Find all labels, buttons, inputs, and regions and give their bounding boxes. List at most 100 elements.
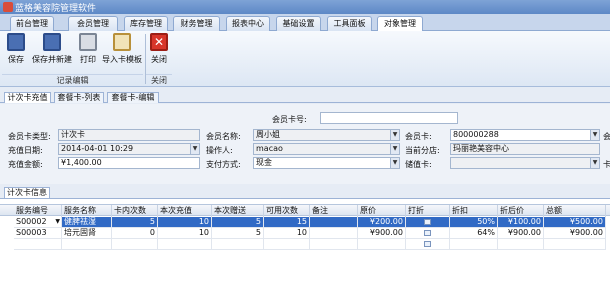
chevron-down-icon[interactable]: ▼ [190, 144, 199, 154]
table-row[interactable]: S00002 ▼ 健脾祛湿 5 10 5 15 ¥200.00 50% ¥100.… [0, 217, 610, 228]
cell-recharge[interactable]: 10 [158, 217, 212, 228]
cell-available[interactable]: 15 [264, 217, 310, 228]
branch-value: 玛丽艳美容中心 [453, 144, 509, 153]
branch-label: 当前分店: [405, 146, 440, 155]
member-name-select[interactable]: 周小姐 ▼ [253, 129, 400, 141]
cell-new[interactable] [158, 239, 212, 250]
close-button[interactable]: ✕ 关闭 [148, 33, 170, 71]
cell-service-name[interactable]: 健脾祛湿 [62, 217, 112, 228]
chevron-down-icon[interactable]: ▼ [390, 130, 399, 140]
cell-gift[interactable]: 5 [212, 217, 264, 228]
chevron-down-icon[interactable]: ▼ [55, 217, 60, 227]
cell-service-no[interactable]: S00003 [14, 228, 62, 239]
tab-finance[interactable]: 财务管理 [173, 16, 220, 31]
cell-service-no[interactable]: S00002 ▼ [14, 217, 62, 228]
cell-discount[interactable]: 64% [450, 228, 498, 239]
cell-remark[interactable] [310, 217, 358, 228]
col-gift[interactable]: 本次赠送 [212, 205, 264, 217]
ribbon: 保存 保存并新建 打印 导入卡模板 ✕ 关闭 记录编辑 关闭 [0, 31, 610, 87]
cell-new[interactable] [212, 239, 264, 250]
save-button[interactable]: 保存 [4, 33, 28, 71]
tab-tools[interactable]: 工具面板 [327, 16, 372, 31]
stored-card-select[interactable]: ▼ [450, 157, 600, 169]
tab-object[interactable]: 对象管理 [377, 16, 423, 32]
col-total[interactable]: 总额 [544, 205, 606, 217]
print-button[interactable]: 打印 [77, 33, 99, 71]
col-discount[interactable]: 折扣 [450, 205, 498, 217]
cell-original-price[interactable]: ¥200.00 [358, 217, 406, 228]
document-tab-bar: 计次卡充值 套餐卡-列表 套餐卡-编辑 [0, 90, 610, 103]
cell-discount[interactable]: 50% [450, 217, 498, 228]
branch-field: 玛丽艳美容中心 [450, 143, 600, 155]
card-type-value: 计次卡 [61, 130, 85, 139]
col-discounted-price[interactable]: 折后价 [498, 205, 544, 217]
import-template-button[interactable]: 导入卡模板 [102, 33, 142, 71]
tab-front-desk[interactable]: 前台管理 [10, 16, 54, 31]
pay-method-value: 现金 [256, 158, 272, 167]
cell-new[interactable] [264, 239, 310, 250]
chevron-down-icon[interactable]: ▼ [390, 158, 399, 168]
print-label: 打印 [80, 55, 96, 64]
cell-original-price[interactable]: ¥900.00 [358, 228, 406, 239]
checkbox-icon[interactable] [424, 219, 431, 225]
card-type-field[interactable]: 计次卡 [58, 129, 200, 141]
col-service-name[interactable]: 服务名称 [62, 205, 112, 217]
pay-method-select[interactable]: 现金 ▼ [253, 157, 400, 169]
tab-settings[interactable]: 基础设置 [276, 16, 321, 31]
operator-select[interactable]: macao ▼ [253, 143, 400, 155]
chevron-down-icon[interactable]: ▼ [390, 144, 399, 154]
tab-reports[interactable]: 报表中心 [226, 16, 270, 31]
cell-new[interactable] [544, 239, 606, 250]
cell-discounted-price[interactable]: ¥900.00 [498, 228, 544, 239]
cell-total[interactable]: ¥500.00 [544, 217, 606, 228]
cell-new[interactable] [358, 239, 406, 250]
doctab-package-list[interactable]: 套餐卡-列表 [54, 92, 104, 103]
col-original-price[interactable]: 原价 [358, 205, 406, 217]
chevron-down-icon[interactable]: ▼ [590, 158, 599, 168]
save-new-icon [43, 33, 61, 51]
col-card-count[interactable]: 卡内次数 [112, 205, 158, 217]
cell-gift[interactable]: 5 [212, 228, 264, 239]
member-no-input[interactable] [320, 112, 458, 124]
cell-new[interactable] [112, 239, 158, 250]
cell-card-count[interactable]: 5 [112, 217, 158, 228]
floppy-disk-icon [7, 33, 25, 51]
save-and-new-button[interactable]: 保存并新建 [30, 33, 74, 71]
col-discount-check[interactable]: 打折 [406, 205, 450, 217]
title-bar: 蓝格美容院管理软件 [0, 0, 610, 14]
col-recharge[interactable]: 本次充值 [158, 205, 212, 217]
cell-new[interactable] [498, 239, 544, 250]
cell-new[interactable] [310, 239, 358, 250]
chevron-down-icon[interactable]: ▼ [590, 130, 599, 140]
cell-new[interactable] [14, 239, 62, 250]
member-card-select[interactable]: 800000288 ▼ [450, 129, 600, 141]
amount-input[interactable]: ¥1,400.00 [58, 157, 200, 169]
cell-new[interactable] [62, 239, 112, 250]
doctab-count-card-recharge[interactable]: 计次卡充值 [4, 92, 51, 103]
cell-new[interactable] [450, 239, 498, 250]
cell-total[interactable]: ¥900.00 [544, 228, 606, 239]
cell-discount-check[interactable] [406, 217, 450, 228]
cell-discount-check[interactable] [406, 228, 450, 239]
tab-member[interactable]: 会员管理 [68, 16, 118, 31]
cell-discounted-price[interactable]: ¥100.00 [498, 217, 544, 228]
table-row[interactable]: S00003 培元固肾 0 10 5 10 ¥900.00 64% ¥900.0… [0, 228, 610, 239]
recharge-date-picker[interactable]: 2014-04-01 10:29 ▼ [58, 143, 200, 155]
col-available[interactable]: 可用次数 [264, 205, 310, 217]
doctab-package-edit[interactable]: 套餐卡-编辑 [107, 92, 159, 103]
member-no-label: 会员卡号: [272, 115, 307, 124]
table-row-new[interactable] [0, 239, 610, 250]
member-extra-label: 会员 [603, 132, 610, 141]
col-service-no[interactable]: 服务编号 [14, 205, 62, 217]
cell-new[interactable] [406, 239, 450, 250]
cell-recharge[interactable]: 10 [158, 228, 212, 239]
checkbox-icon[interactable] [424, 230, 431, 236]
section-tab-count-card-info[interactable]: 计次卡信息 [4, 187, 50, 198]
cell-card-count[interactable]: 0 [112, 228, 158, 239]
cell-service-name[interactable]: 培元固肾 [62, 228, 112, 239]
col-remark[interactable]: 备注 [310, 205, 358, 217]
cell-remark[interactable] [310, 228, 358, 239]
tab-inventory[interactable]: 库存管理 [124, 16, 168, 31]
checkbox-icon[interactable] [424, 241, 431, 247]
cell-available[interactable]: 10 [264, 228, 310, 239]
